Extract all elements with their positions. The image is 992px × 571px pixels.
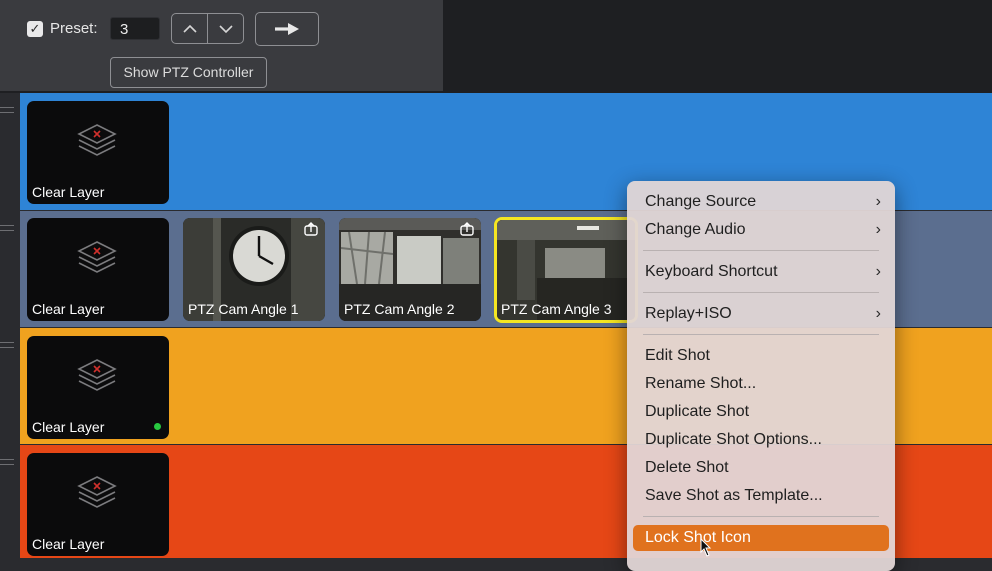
menu-item-duplicate-shot[interactable]: Duplicate Shot xyxy=(645,400,881,424)
shot-tile[interactable]: Clear Layer xyxy=(27,101,169,204)
menu-item-label: Delete Shot xyxy=(645,459,729,476)
menu-item-label: Change Audio xyxy=(645,221,746,238)
menu-item-change-source[interactable]: Change Source › xyxy=(645,190,881,214)
menu-item-replay-iso[interactable]: Replay+ISO › xyxy=(645,302,881,326)
shot-label: PTZ Cam Angle 1 xyxy=(188,301,299,317)
shot-tile-ptz-cam-3[interactable]: PTZ Cam Angle 3 xyxy=(494,217,638,323)
drag-handle-icon[interactable] xyxy=(0,342,14,352)
step-up-button[interactable] xyxy=(172,14,208,43)
arrow-right-icon xyxy=(275,23,299,35)
menu-item-keyboard-shortcut[interactable]: Keyboard Shortcut › xyxy=(645,260,881,284)
share-icon[interactable] xyxy=(303,222,319,236)
menu-item-label: Duplicate Shot xyxy=(645,403,750,420)
menu-item-change-audio[interactable]: Change Audio › xyxy=(645,218,881,242)
menu-item-save-shot-as-template[interactable]: Save Shot as Template... xyxy=(645,484,881,508)
shot-label: Clear Layer xyxy=(32,184,105,200)
shot-label: PTZ Cam Angle 2 xyxy=(344,301,455,317)
chevron-right-icon: › xyxy=(875,263,881,280)
drag-handle-icon[interactable] xyxy=(0,225,14,235)
chevron-right-icon: › xyxy=(875,221,881,238)
shot-context-menu: Change Source › Change Audio › Keyboard … xyxy=(627,181,895,571)
chevron-right-icon: › xyxy=(875,305,881,322)
go-to-preset-button[interactable] xyxy=(255,12,319,46)
menu-item-label: Change Source xyxy=(645,193,757,210)
menu-item-label: Duplicate Shot Options... xyxy=(645,431,822,448)
menu-item-rename-shot[interactable]: Rename Shot... xyxy=(645,372,881,396)
menu-item-label: Rename Shot... xyxy=(645,375,757,392)
shot-tile-ptz-cam-2[interactable]: PTZ Cam Angle 2 xyxy=(339,218,481,321)
menu-item-duplicate-shot-options[interactable]: Duplicate Shot Options... xyxy=(645,428,881,452)
menu-separator xyxy=(643,292,879,293)
menu-item-label: Keyboard Shortcut xyxy=(645,263,778,280)
layers-icon xyxy=(77,124,117,156)
shot-label: Clear Layer xyxy=(32,301,105,317)
shot-tile[interactable]: Clear Layer xyxy=(27,336,169,439)
preset-panel: ✓ Preset: 3 Show PTZ Controller xyxy=(0,0,443,91)
menu-item-lock-shot-icon[interactable]: Lock Shot Icon xyxy=(633,525,889,551)
share-icon[interactable] xyxy=(459,222,475,236)
drag-handle-icon[interactable] xyxy=(0,459,14,469)
shot-label: Clear Layer xyxy=(32,536,105,552)
preset-number-field[interactable]: 3 xyxy=(110,17,160,40)
shot-label: PTZ Cam Angle 3 xyxy=(501,301,612,317)
shot-tile-ptz-cam-1[interactable]: PTZ Cam Angle 1 xyxy=(183,218,325,321)
menu-separator xyxy=(643,250,879,251)
menu-item-label: Replay+ISO xyxy=(645,305,732,322)
layers-icon xyxy=(77,359,117,391)
menu-item-label: Save Shot as Template... xyxy=(645,487,823,504)
drag-handle-icon[interactable] xyxy=(0,107,14,117)
shot-tile[interactable]: Clear Layer xyxy=(27,453,169,556)
menu-separator xyxy=(643,516,879,517)
chevron-down-icon xyxy=(218,24,233,33)
layers-icon xyxy=(77,476,117,508)
shot-label: Clear Layer xyxy=(32,419,105,435)
chevron-up-icon xyxy=(182,24,197,33)
menu-item-edit-shot[interactable]: Edit Shot xyxy=(645,344,881,368)
step-down-button[interactable] xyxy=(208,14,243,43)
menu-item-label: Edit Shot xyxy=(645,347,710,364)
chevron-right-icon: › xyxy=(875,193,881,210)
show-ptz-controller-button[interactable]: Show PTZ Controller xyxy=(110,57,267,88)
live-indicator xyxy=(154,423,161,430)
layers-icon xyxy=(77,241,117,273)
shot-tile[interactable]: Clear Layer xyxy=(27,218,169,321)
preset-checkbox[interactable]: ✓ xyxy=(27,21,43,37)
pointer-cursor-icon xyxy=(700,538,712,557)
preset-stepper[interactable] xyxy=(171,13,244,44)
preset-label: Preset: xyxy=(50,20,98,37)
menu-item-delete-shot[interactable]: Delete Shot xyxy=(645,456,881,480)
menu-separator xyxy=(643,334,879,335)
